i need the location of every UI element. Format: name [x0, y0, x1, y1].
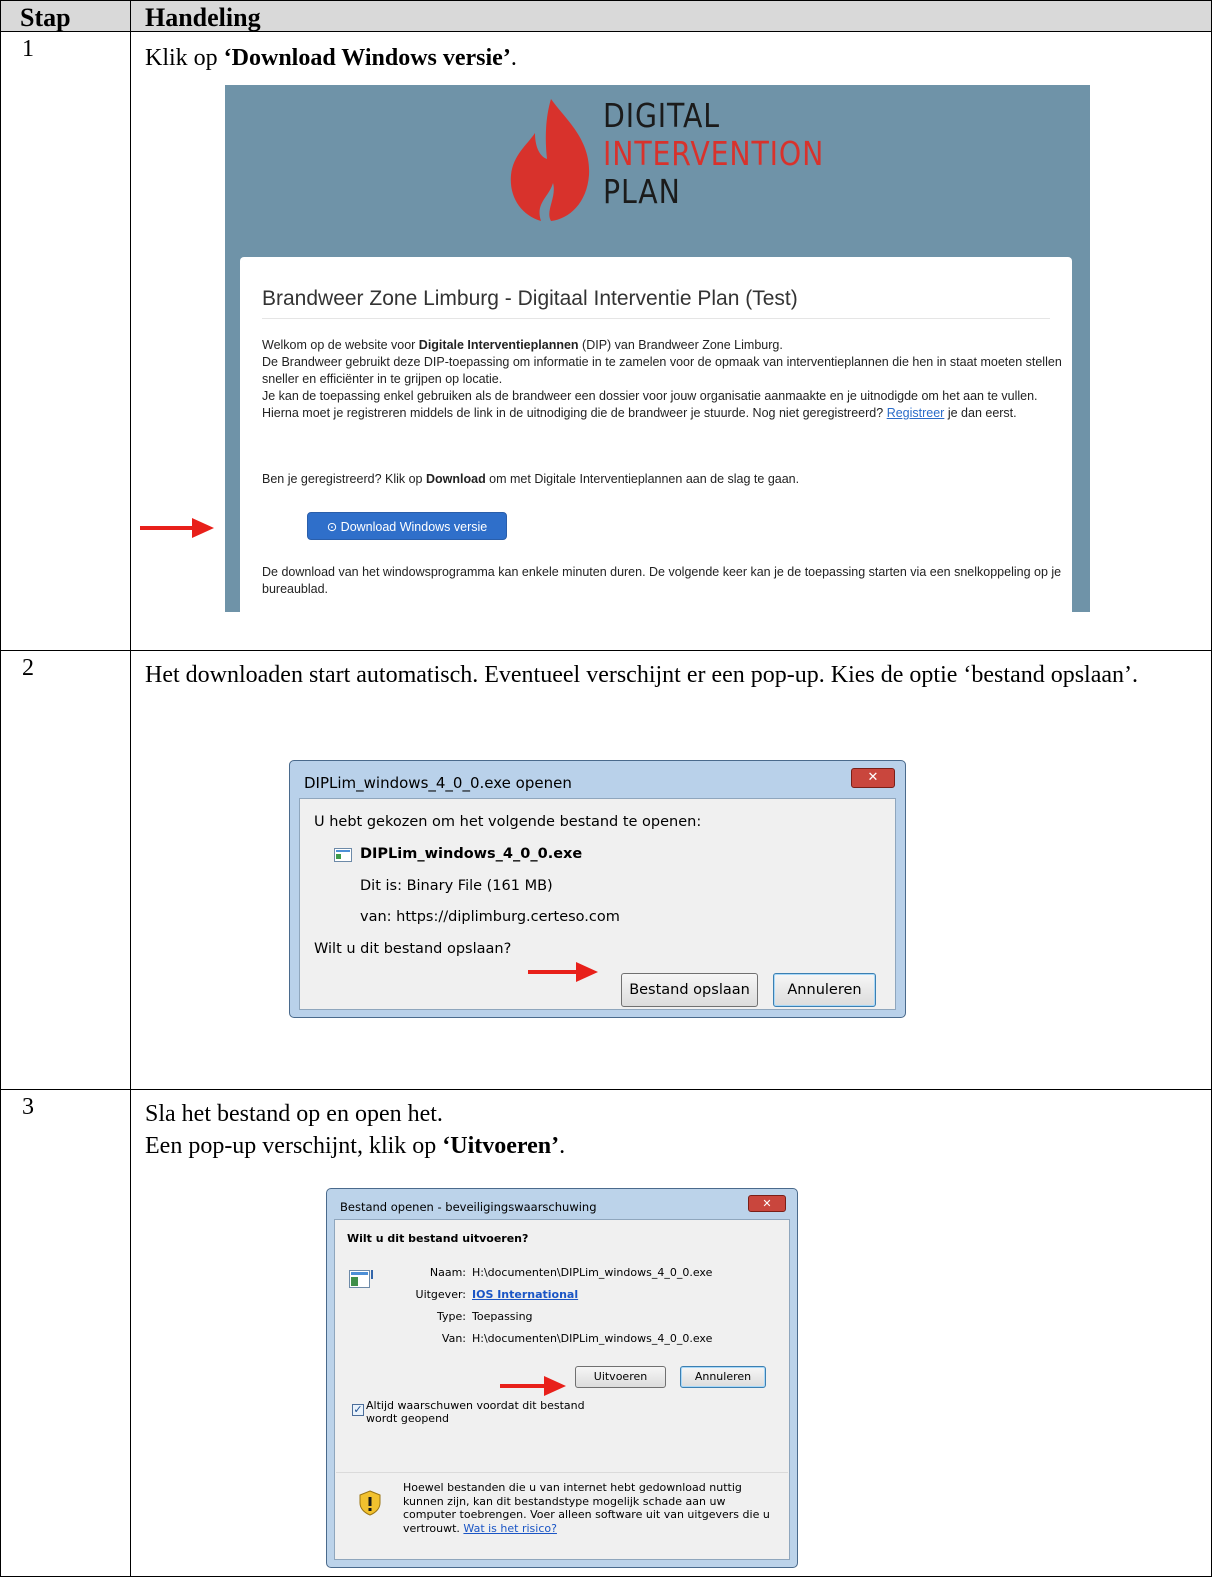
title-divider — [262, 318, 1050, 319]
dialog-intro: U hebt gekozen om het volgende bestand t… — [314, 814, 702, 830]
save-file-button[interactable]: Bestand opslaan — [621, 973, 758, 1007]
risk-warning-text: Hoewel bestanden die u van internet hebt… — [403, 1481, 770, 1535]
flame-logo-icon — [510, 99, 590, 221]
register-link[interactable]: Registreer — [887, 406, 945, 420]
header-stap: Stap — [20, 3, 71, 32]
header-handeling: Handeling — [145, 3, 261, 32]
dip-logo-text: DIGITAL INTERVENTION PLAN — [603, 96, 825, 211]
name-value: H:\documenten\DIPLim_windows_4_0_0.exe — [472, 1266, 713, 1279]
publisher-link[interactable]: IOS International — [472, 1288, 578, 1301]
close-icon[interactable]: ✕ — [851, 768, 895, 788]
always-warn-checkbox[interactable]: ✓ — [352, 1404, 364, 1416]
step-instruction: Sla het bestand op en open het. Een pop-… — [145, 1101, 566, 1159]
application-icon — [349, 1270, 373, 1288]
page-title: Brandweer Zone Limburg - Digitaal Interv… — [262, 287, 798, 310]
step-instruction: Het downloaden start automatisch. Eventu… — [145, 662, 1139, 688]
download-hint: Ben je geregistreerd? Klik op Download o… — [262, 472, 800, 486]
publisher-label: Uitgever: — [415, 1288, 466, 1301]
cancel-button[interactable]: Annuleren — [680, 1366, 766, 1388]
run-question: Wilt u dit bestand uitvoeren? — [347, 1232, 529, 1245]
run-button[interactable]: Uitvoeren — [575, 1366, 666, 1388]
intro-paragraph: Welkom op de website voor Digitale Inter… — [262, 338, 1062, 420]
always-warn-label: Altijd waarschuwen voordat dit bestand w… — [366, 1399, 585, 1425]
step-instruction: Klik op ‘Download Windows versie’. — [145, 45, 517, 71]
file-icon — [334, 848, 352, 862]
dialog-title: Bestand openen - beveiligingswaarschuwin… — [340, 1200, 597, 1214]
close-icon[interactable]: ✕ — [748, 1195, 786, 1212]
step-number: 3 — [22, 1094, 34, 1120]
risk-link[interactable]: Wat is het risico? — [463, 1522, 557, 1535]
dialog-title: DIPLim_windows_4_0_0.exe openen — [304, 774, 572, 792]
download-windows-button[interactable]: ⊙ Download Windows versie — [307, 512, 507, 540]
download-note: De download van het windowsprogramma kan… — [262, 565, 1062, 596]
step-number: 2 — [22, 655, 34, 681]
file-name: DIPLim_windows_4_0_0.exe — [360, 846, 583, 862]
save-question: Wilt u dit bestand opslaan? — [314, 941, 512, 957]
from-value: H:\documenten\DIPLim_windows_4_0_0.exe — [472, 1332, 713, 1345]
shield-warning-icon — [359, 1490, 381, 1516]
type-value: Toepassing — [472, 1310, 533, 1323]
table-header: Stap Handeling — [0, 0, 1212, 32]
column-divider — [130, 0, 131, 1577]
step-number: 1 — [22, 36, 34, 62]
website-screenshot: DIGITAL INTERVENTION PLAN Brandweer Zone… — [225, 85, 1090, 612]
from-label: Van: — [441, 1332, 466, 1345]
name-label: Naam: — [429, 1266, 466, 1279]
file-source: van: https://diplimburg.certeso.com — [360, 909, 620, 925]
file-type: Dit is: Binary File (161 MB) — [360, 878, 553, 894]
cancel-button[interactable]: Annuleren — [773, 973, 876, 1007]
type-label: Type: — [437, 1310, 466, 1323]
content-card: Brandweer Zone Limburg - Digitaal Interv… — [240, 257, 1072, 612]
